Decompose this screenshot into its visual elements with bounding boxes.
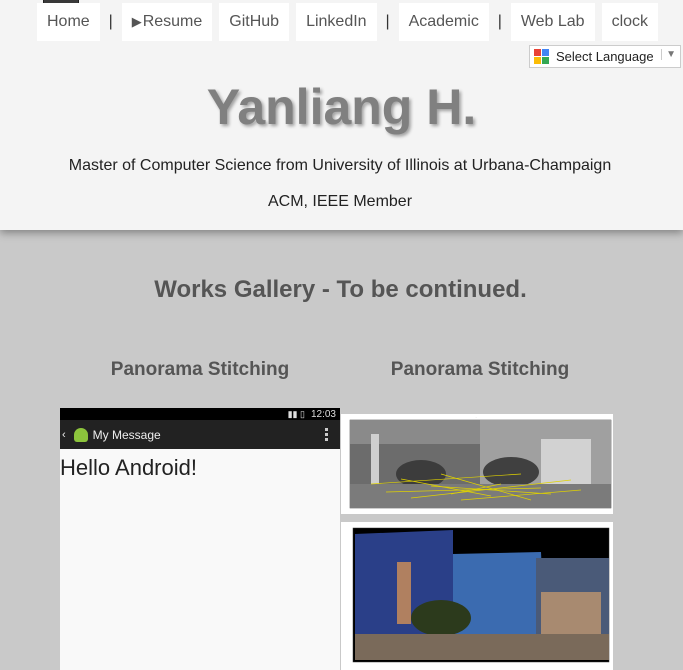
- android-logo-icon: [73, 427, 88, 442]
- nav-github-link[interactable]: GitHub: [219, 3, 290, 41]
- panorama-matching-image[interactable]: .: [341, 414, 613, 514]
- main-nav: Home | ▶ Resume GitHub LinkedIn | Academi…: [37, 2, 659, 42]
- nav-separator: |: [108, 13, 113, 30]
- hello-text: Hello Android!: [60, 455, 197, 480]
- language-select[interactable]: Select Language ▼: [529, 45, 681, 68]
- signal-icon: ▮▮ ▯: [287, 408, 305, 419]
- nav-separator: |: [385, 13, 390, 30]
- panorama-result-image[interactable]: [341, 522, 613, 670]
- app-title: My Message: [92, 427, 161, 442]
- degree-text: Master of Computer Science from Universi…: [68, 157, 612, 174]
- membership-text: ACM, IEEE Member: [267, 193, 413, 210]
- google-translate-icon: [534, 48, 550, 65]
- nav-academic-link[interactable]: Academic: [398, 3, 489, 41]
- nav-weblab-link[interactable]: Web Lab: [510, 3, 595, 41]
- svg-text:.: .: [476, 415, 477, 419]
- status-bar: ▮▮ ▯ 12:03: [60, 408, 340, 420]
- nav-home-link[interactable]: Home: [37, 3, 100, 41]
- back-icon: ‹: [62, 428, 66, 441]
- gallery-title: Works Gallery - To be continued.: [154, 276, 527, 303]
- status-time: 12:03: [310, 408, 336, 420]
- app-bar: ‹ My Message: [60, 420, 340, 449]
- play-icon: ▶: [131, 14, 142, 29]
- language-select-label: Select Language: [556, 49, 654, 64]
- gallery-caption-1: Panorama Stitching: [110, 359, 290, 380]
- nav-separator: |: [497, 13, 502, 30]
- dropdown-arrow-icon: ▼: [661, 49, 676, 60]
- page-header: Home | ▶ Resume GitHub LinkedIn | Academi…: [0, 0, 683, 230]
- nav-linkedin-link[interactable]: LinkedIn: [296, 3, 377, 41]
- nav-resume-label: Resume: [142, 13, 203, 30]
- gallery-caption-2: Panorama Stitching: [390, 359, 570, 380]
- nav-resume-link[interactable]: ▶ Resume: [121, 3, 213, 41]
- overflow-menu-icon: [325, 428, 328, 441]
- android-screenshot[interactable]: ▮▮ ▯ 12:03 ‹ My Message Hello Android!: [60, 408, 340, 670]
- page-title: Yanliang H.: [206, 79, 477, 135]
- nav-clock-link[interactable]: clock: [601, 3, 659, 41]
